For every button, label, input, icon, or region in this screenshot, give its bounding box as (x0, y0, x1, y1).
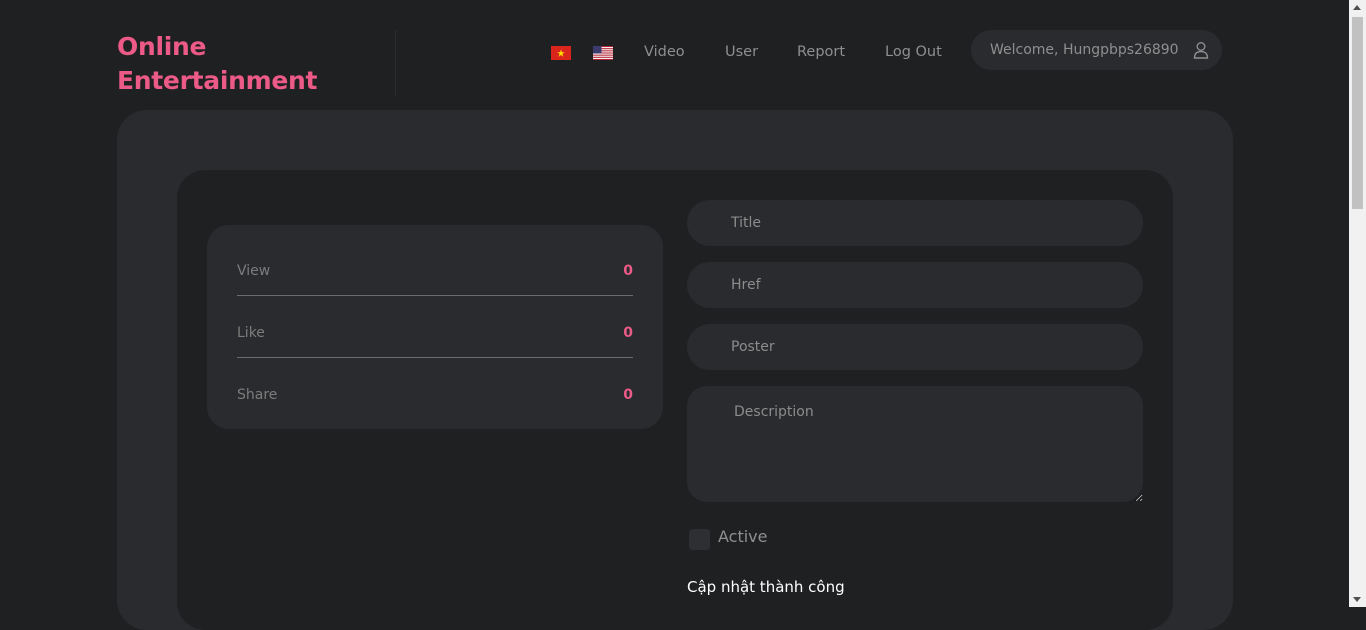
stat-value: 0 (623, 263, 633, 279)
status-message: Cập nhật thành công (687, 578, 845, 596)
nav-report-link[interactable]: Report (797, 44, 845, 60)
vietnam-flag-icon[interactable] (551, 46, 571, 60)
vertical-scrollbar[interactable] (1349, 0, 1366, 607)
stat-row-view: View 0 (237, 233, 633, 296)
active-checkbox[interactable] (689, 529, 710, 550)
nav-logout-link[interactable]: Log Out (885, 44, 942, 60)
href-input[interactable] (687, 262, 1143, 308)
user-icon (1193, 41, 1209, 59)
stat-label: Share (237, 387, 278, 403)
scrollbar-thumb[interactable] (1352, 17, 1363, 209)
stat-value: 0 (623, 387, 633, 403)
description-textarea[interactable] (687, 386, 1143, 502)
scroll-down-arrow-icon[interactable] (1353, 597, 1361, 602)
brand-line-2: Entertainment (117, 66, 318, 95)
stat-label: View (237, 263, 271, 279)
us-flag-icon[interactable] (593, 46, 613, 60)
nav-user-link[interactable]: User (725, 44, 758, 60)
stat-row-share: Share 0 (237, 357, 633, 419)
welcome-text: Welcome, Hungpbps26890 (990, 42, 1179, 58)
stat-row-like: Like 0 (237, 295, 633, 358)
brand-line-1: Online (117, 32, 207, 61)
stat-value: 0 (623, 325, 633, 341)
welcome-user-button[interactable]: Welcome, Hungpbps26890 (971, 30, 1222, 70)
header-divider (395, 30, 396, 96)
scroll-up-arrow-icon[interactable] (1353, 5, 1361, 10)
nav-video-link[interactable]: Video (644, 44, 685, 60)
poster-input[interactable] (687, 324, 1143, 370)
title-input[interactable] (687, 200, 1143, 246)
active-label: Active (718, 527, 768, 546)
stat-label: Like (237, 325, 265, 341)
brand-logo[interactable]: Online Entertainment (117, 30, 317, 98)
